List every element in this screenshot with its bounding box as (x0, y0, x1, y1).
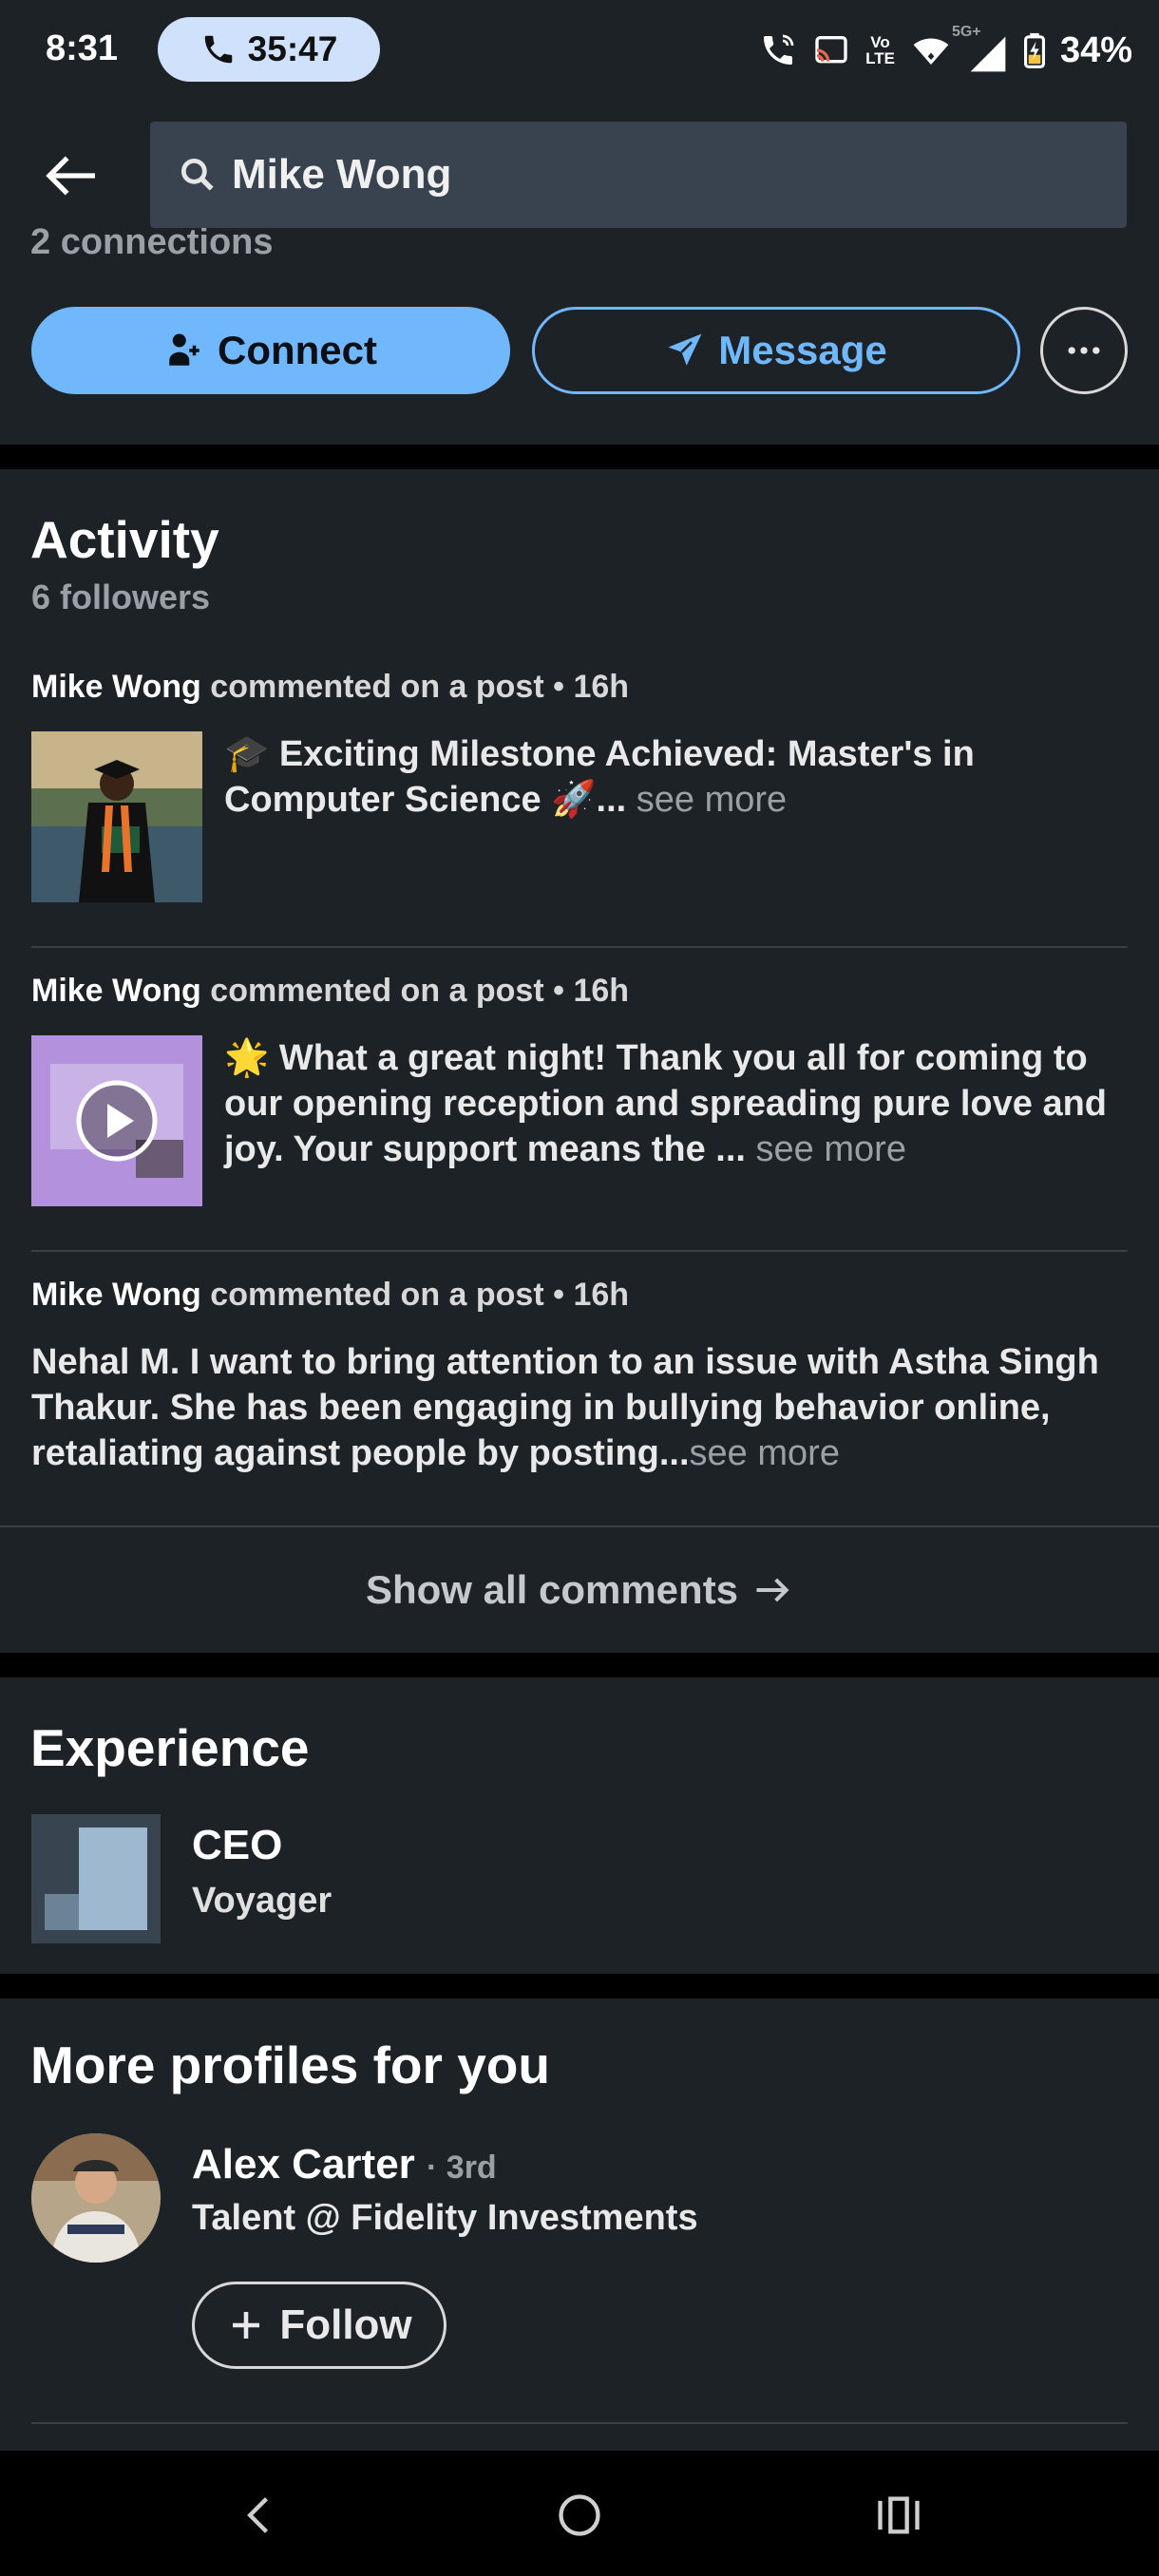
wifi-calling-icon (764, 34, 794, 65)
message-label: Message (718, 328, 887, 372)
recents-icon (878, 2496, 920, 2534)
search-query: Mike Wong (232, 151, 452, 198)
activity-item-header: Mike Wong commented on a post • 16h (31, 1277, 630, 1313)
activity-item-header: Mike Wong commented on a post • 16h (31, 669, 630, 705)
nav-back-button[interactable] (222, 2485, 298, 2546)
battery-icon (1023, 32, 1045, 68)
nav-recents-button[interactable] (861, 2485, 937, 2546)
send-icon (668, 333, 702, 366)
more-profiles-section: More profiles for you Alex Carter · 3rd … (0, 1998, 1159, 2451)
comment-snippet[interactable]: Nehal M. I want to bring attention to an… (31, 1339, 1133, 1476)
connections-count: 2 connections (30, 228, 274, 262)
profile-headline: Talent @ Fidelity Investments (192, 2198, 698, 2238)
more-options-button[interactable] (1040, 307, 1128, 394)
activity-section: Activity 6 followers Mike Wong commented… (0, 469, 1159, 1653)
cast-icon (815, 36, 847, 64)
profile-actions-card: 2 connections Connect Message (0, 228, 1159, 445)
show-all-comments-button[interactable]: Show all comments (0, 1527, 1159, 1653)
back-button[interactable] (34, 144, 110, 207)
battery-percent: 34% (1059, 29, 1132, 70)
more-horizontal-icon (1068, 347, 1100, 354)
see-more-link[interactable]: see more (756, 1129, 906, 1169)
show-all-label: Show all comments (365, 1567, 739, 1612)
post-snippet[interactable]: 🌟 What a great night! Thank you all for … (224, 1035, 1127, 1172)
volte-icon: Vo LTE (865, 33, 895, 67)
follow-label: Follow (279, 2301, 412, 2348)
graduation-photo (31, 731, 202, 902)
avatar[interactable] (31, 2133, 161, 2263)
status-time: 8:31 (46, 28, 119, 68)
ongoing-call-chip[interactable]: 35:47 (158, 17, 380, 82)
plus-icon (233, 2312, 260, 2339)
see-more-link[interactable]: see more (690, 1433, 840, 1473)
home-circle-icon (559, 2494, 600, 2536)
video-thumbnail[interactable] (31, 1035, 202, 1206)
see-more-link[interactable]: see more (636, 780, 787, 820)
phone-icon (204, 35, 232, 64)
follow-button[interactable]: Follow (192, 2282, 446, 2369)
divider (31, 1250, 1128, 1252)
experience-company: Voyager (192, 1881, 332, 1921)
search-icon (180, 158, 214, 191)
activity-title: Activity (30, 510, 219, 569)
arrow-left-icon (46, 156, 95, 196)
connection-degree: · 3rd (427, 2150, 497, 2186)
post-snippet[interactable]: 🎓 Exciting Milestone Achieved: Master's … (224, 731, 1127, 823)
wifi-icon (913, 38, 949, 65)
connect-button[interactable]: Connect (31, 307, 510, 394)
signal-icon: 5G+ (952, 24, 1009, 72)
search-input[interactable]: Mike Wong (150, 122, 1127, 228)
network-type: 5G+ (951, 24, 981, 40)
profile-name[interactable]: Alex Carter · 3rd (192, 2141, 497, 2188)
company-logo[interactable] (31, 1814, 161, 1943)
divider (31, 946, 1128, 948)
call-timer: 35:47 (247, 29, 338, 68)
message-button[interactable]: Message (532, 307, 1020, 394)
experience-section: Experience CEO Voyager (0, 1677, 1159, 1974)
status-icons: Vo LTE 5G+ 34% (759, 23, 1132, 78)
post-thumbnail[interactable] (31, 731, 202, 902)
status-bar: 8:31 35:47 Vo LTE 5G+ 34% (0, 0, 1159, 106)
app-bar: Mike Wong (0, 106, 1159, 247)
nav-home-button[interactable] (542, 2485, 618, 2546)
divider (31, 2422, 1128, 2424)
connect-label: Connect (218, 328, 377, 372)
chevron-left-icon (247, 2497, 269, 2533)
experience-role: CEO (192, 1822, 283, 1868)
add-person-icon (169, 333, 200, 366)
followers-count: 6 followers (31, 578, 211, 616)
more-profiles-title: More profiles for you (30, 2036, 550, 2094)
activity-item-header: Mike Wong commented on a post • 16h (31, 973, 630, 1009)
arrow-right-icon (756, 1578, 789, 1602)
system-nav-bar (0, 2451, 1159, 2576)
experience-title: Experience (30, 1718, 310, 1777)
